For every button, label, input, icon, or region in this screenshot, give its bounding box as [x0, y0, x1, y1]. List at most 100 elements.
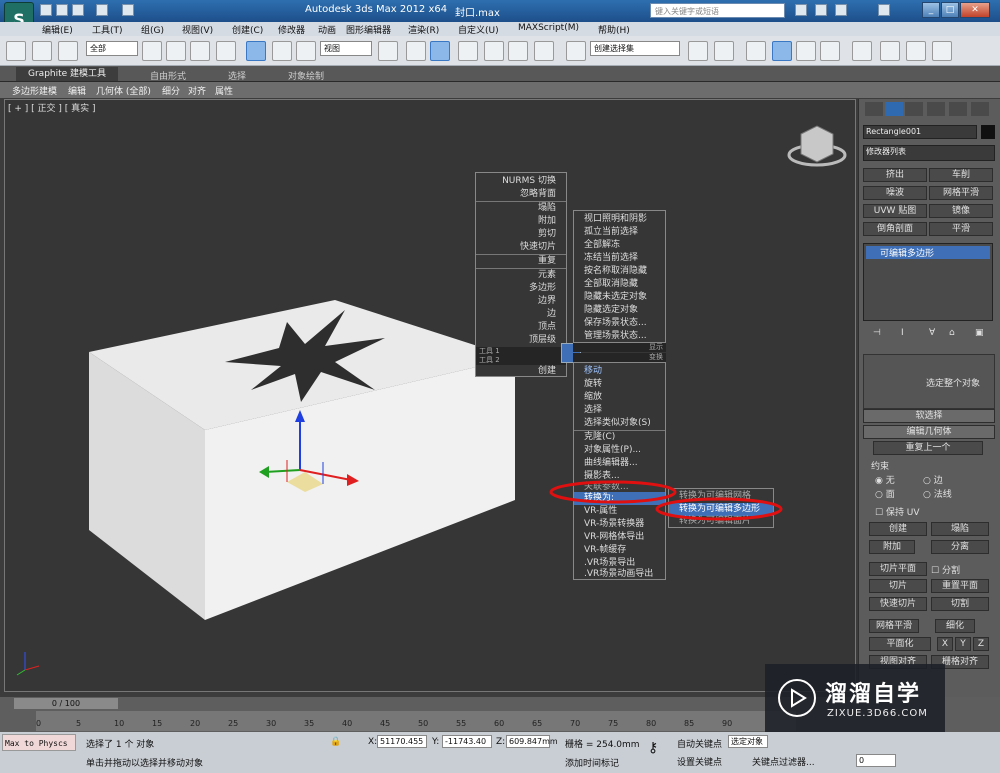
annotation-editable-poly-circle — [655, 497, 783, 521]
annotation-convert-circle — [549, 480, 677, 504]
create-button[interactable]: 创建 — [869, 522, 927, 536]
meshsmooth-button[interactable]: 网格平滑 — [929, 186, 993, 200]
tick-85: 85 — [684, 719, 695, 728]
configure-sets-icon[interactable]: ▣ — [975, 328, 984, 338]
lathe-button[interactable]: 车削 — [929, 168, 993, 182]
y-label: Y: — [432, 737, 440, 747]
selection-status: 选择了 1 个 对象 — [86, 740, 155, 750]
remove-modifier-icon[interactable]: ⌂ — [949, 328, 955, 338]
tick-40: 40 — [342, 719, 353, 728]
watermark: 溜溜自学 ZIXUE.3D66.COM — [765, 664, 945, 732]
reset-plane-button[interactable]: 重置平面 — [931, 579, 989, 593]
slice-button[interactable]: 切片 — [869, 579, 927, 593]
edit-geometry-rollout[interactable]: 编辑几何体 — [863, 425, 995, 439]
detach-button[interactable]: 分离 — [931, 540, 989, 554]
stack-controls: ⊣ I ∀ ⌂ ▣ — [865, 327, 991, 341]
attach-button[interactable]: 附加 — [869, 540, 915, 554]
constraint-face-radio[interactable]: ○ 面 — [875, 487, 895, 500]
x-coord-field[interactable]: 51170.455 — [377, 735, 427, 748]
y-coord-field[interactable]: -11743.40 — [442, 735, 492, 748]
soft-selection-rollout[interactable]: 软选择 — [863, 409, 995, 423]
slice-plane-button[interactable]: 切片平面 — [869, 562, 927, 576]
constraint-none-radio[interactable]: ◉ 无 — [875, 473, 895, 486]
tick-35: 35 — [304, 719, 315, 728]
watermark-url: ZIXUE.3D66.COM — [827, 708, 928, 719]
annotation-overlay — [549, 480, 783, 521]
grid-size: 栅格 = 254.0mm — [565, 740, 640, 750]
prompt-line: 单击并拖动以选择并移动对象 — [86, 759, 204, 769]
tick-30: 30 — [266, 719, 277, 728]
constraint-edge-radio[interactable]: ○ 边 — [923, 473, 943, 486]
selection-rollout: 选定整个对象 — [863, 354, 995, 409]
display-tab-icon[interactable] — [949, 102, 967, 116]
constraint-normal-radio[interactable]: ○ 法线 — [923, 487, 952, 500]
tick-90: 90 — [722, 719, 733, 728]
smooth-button[interactable]: 平滑 — [929, 222, 993, 236]
constraints-label: 约束 — [871, 462, 890, 472]
z-label: Z: — [496, 737, 506, 747]
repeat-last-button[interactable]: 重复上一个 — [873, 441, 983, 455]
lock-selection-icon[interactable]: 🔒 — [330, 737, 341, 747]
make-unique-icon[interactable]: ∀ — [929, 328, 935, 338]
tick-60: 60 — [494, 719, 505, 728]
show-end-result-icon[interactable]: I — [901, 328, 904, 338]
modify-tab-icon[interactable] — [885, 102, 903, 116]
planar-y-button[interactable]: Y — [955, 637, 971, 651]
status-bar: Max to Physcs 选择了 1 个 对象 单击并拖动以选择并移动对象 🔒… — [0, 732, 1000, 773]
tick-65: 65 — [532, 719, 543, 728]
set-key-label[interactable]: 设置关键点 — [677, 755, 722, 768]
track-bar[interactable]: 0 5 10 15 20 25 30 35 40 45 50 55 60 65 … — [36, 711, 796, 731]
x-label: X: — [368, 737, 378, 747]
time-slider[interactable]: 0 / 100 — [14, 698, 118, 709]
utilities-tab-icon[interactable] — [971, 102, 989, 116]
tick-55: 55 — [456, 719, 467, 728]
planar-z-button[interactable]: Z — [973, 637, 989, 651]
object-color-swatch[interactable] — [981, 125, 995, 139]
noise-button[interactable]: 噪波 — [863, 186, 927, 200]
planar-x-button[interactable]: X — [937, 637, 953, 651]
bevel-profile-button[interactable]: 倒角剖面 — [863, 222, 927, 236]
tick-10: 10 — [114, 719, 125, 728]
tick-25: 25 — [228, 719, 239, 728]
watermark-logo-icon — [778, 679, 816, 717]
collapse-button[interactable]: 塌陷 — [931, 522, 989, 536]
z-coord-field[interactable]: 609.847mm — [506, 735, 558, 748]
make-planar-button[interactable]: 平面化 — [869, 637, 931, 651]
uvw-map-button[interactable]: UVW 贴图 — [863, 204, 927, 218]
maxscript-listener[interactable]: Max to Physcs — [2, 734, 76, 751]
tick-0: 0 — [36, 719, 42, 728]
tick-15: 15 — [152, 719, 163, 728]
tick-80: 80 — [646, 719, 657, 728]
motion-tab-icon[interactable] — [927, 102, 945, 116]
key-filters-button[interactable]: 关键点过滤器... — [752, 755, 815, 768]
tessellate-button[interactable]: 细化 — [935, 619, 975, 633]
tick-20: 20 — [190, 719, 201, 728]
tick-70: 70 — [570, 719, 581, 728]
current-frame-field[interactable]: 0 — [856, 754, 896, 767]
add-time-tag[interactable]: 添加时间标记 — [565, 756, 619, 769]
select-whole-object-label: 选定整个对象 — [926, 379, 981, 389]
cut-button[interactable]: 切割 — [931, 597, 989, 611]
modifier-list-dropdown[interactable]: 修改器列表 — [863, 145, 995, 161]
stack-item-editable-poly[interactable]: 可编辑多边形 — [866, 246, 990, 259]
selected-dropdown[interactable]: 选定对象 — [728, 735, 768, 748]
quickslice-button[interactable]: 快速切片 — [869, 597, 927, 611]
key-icon[interactable]: ⚷ — [648, 740, 658, 756]
auto-key-label[interactable]: 自动关键点 — [677, 737, 722, 750]
split-checkbox[interactable]: ☐ 分割 — [931, 563, 960, 576]
command-panel: Rectangle001 修改器列表 挤出 车削 噪波 网格平滑 UVW 贴图 … — [858, 99, 1000, 697]
tick-50: 50 — [418, 719, 429, 728]
watermark-brand: 溜溜自学 — [825, 682, 922, 707]
mirror-button[interactable]: 镜像 — [929, 204, 993, 218]
object-name-field[interactable]: Rectangle001 — [863, 125, 977, 139]
meshsmooth-geo-button[interactable]: 网格平滑 — [869, 619, 919, 633]
create-tab-icon[interactable] — [865, 102, 883, 116]
hierarchy-tab-icon[interactable] — [905, 102, 923, 116]
modifier-stack: 可编辑多边形 — [863, 243, 993, 321]
tick-45: 45 — [380, 719, 391, 728]
preserve-uv-checkbox[interactable]: ☐ 保持 UV — [875, 505, 920, 518]
pin-stack-icon[interactable]: ⊣ — [873, 328, 881, 338]
tick-75: 75 — [608, 719, 619, 728]
tick-5: 5 — [76, 719, 82, 728]
extrude-button[interactable]: 挤出 — [863, 168, 927, 182]
